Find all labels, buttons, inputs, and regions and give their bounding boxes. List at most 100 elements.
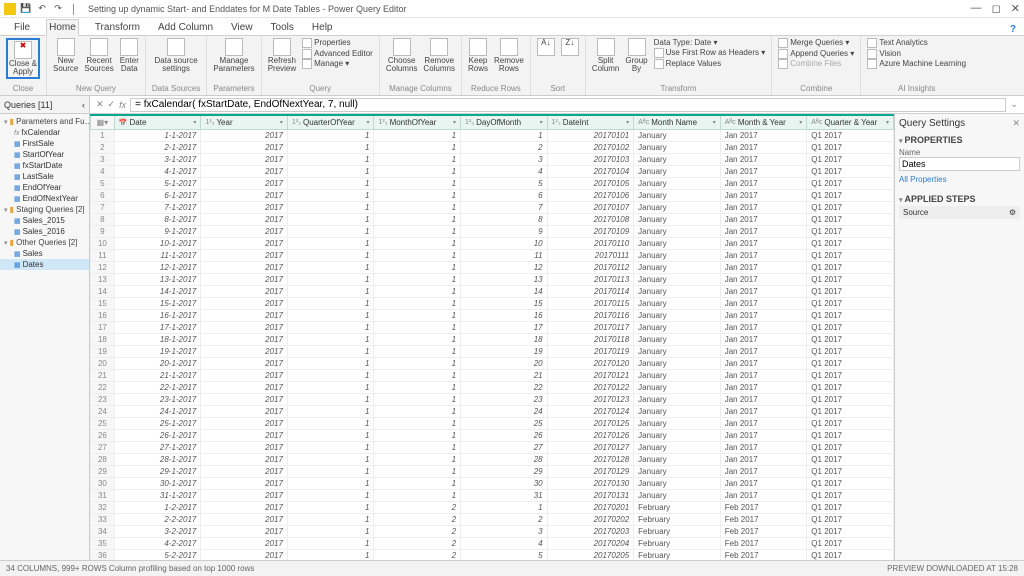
cell[interactable]: Jan 2017 <box>720 286 807 298</box>
cell[interactable]: January <box>634 262 721 274</box>
advanced-editor-button[interactable]: Advanced Editor <box>302 49 373 60</box>
cell[interactable]: 20170117 <box>547 322 634 334</box>
cell[interactable]: January <box>634 406 721 418</box>
cell[interactable]: 3-1-2017 <box>114 154 201 166</box>
cell[interactable]: 2 <box>374 514 461 526</box>
cell[interactable]: 1 <box>374 430 461 442</box>
cell[interactable]: 1 <box>374 166 461 178</box>
cell[interactable]: 1 <box>374 322 461 334</box>
table-row[interactable]: 3131-1-20172017113120170131JanuaryJan 20… <box>91 490 894 502</box>
cell[interactable]: Jan 2017 <box>720 238 807 250</box>
query-sales[interactable]: Sales <box>0 248 89 259</box>
cell[interactable]: January <box>634 178 721 190</box>
cell[interactable]: 1 <box>287 478 374 490</box>
cell[interactable]: 1 <box>287 250 374 262</box>
cell[interactable]: 17-1-2017 <box>114 322 201 334</box>
merge-queries-button[interactable]: Merge Queries ▾ <box>778 38 854 49</box>
cell[interactable]: Q1 2017 <box>807 274 894 286</box>
cell[interactable]: 1 <box>374 370 461 382</box>
cell[interactable]: 2 <box>374 502 461 514</box>
cell[interactable]: 2017 <box>201 226 288 238</box>
cell[interactable]: 2017 <box>201 430 288 442</box>
table-row[interactable]: 33-1-2017201711320170103JanuaryJan 2017Q… <box>91 154 894 166</box>
cell[interactable]: 1 <box>374 466 461 478</box>
query-lastsale[interactable]: LastSale <box>0 171 89 182</box>
cell[interactable]: 1 <box>287 310 374 322</box>
cell[interactable]: 1 <box>287 178 374 190</box>
cell[interactable]: 20170122 <box>547 382 634 394</box>
properties-button[interactable]: Properties <box>302 38 373 49</box>
cell[interactable]: 30-1-2017 <box>114 478 201 490</box>
cell[interactable]: Q1 2017 <box>807 502 894 514</box>
cell[interactable]: 2-2-2017 <box>114 514 201 526</box>
cell[interactable]: 3-2-2017 <box>114 526 201 538</box>
cell[interactable]: Q1 2017 <box>807 178 894 190</box>
cell[interactable]: January <box>634 442 721 454</box>
cell[interactable]: 2017 <box>201 466 288 478</box>
close-apply-button[interactable]: ✖Close & Apply <box>9 41 37 76</box>
cell[interactable]: 2017 <box>201 286 288 298</box>
redo-icon[interactable]: ↷ <box>52 3 64 15</box>
cell[interactable]: 20170121 <box>547 370 634 382</box>
query-firstsale[interactable]: FirstSale <box>0 138 89 149</box>
row-number[interactable]: 11 <box>91 250 115 262</box>
cell[interactable]: 28-1-2017 <box>114 454 201 466</box>
cell[interactable]: 8 <box>461 214 548 226</box>
tab-home[interactable]: Home <box>46 19 79 36</box>
cell[interactable]: 2017 <box>201 154 288 166</box>
cell[interactable]: 7 <box>461 202 548 214</box>
table-row[interactable]: 1010-1-20172017111020170110JanuaryJan 20… <box>91 238 894 250</box>
cell[interactable]: 6 <box>461 190 548 202</box>
cell[interactable]: January <box>634 274 721 286</box>
cell[interactable]: 1 <box>287 154 374 166</box>
cell[interactable]: Q1 2017 <box>807 430 894 442</box>
step-source[interactable]: Source⚙ <box>899 206 1020 219</box>
cell[interactable]: 3 <box>461 154 548 166</box>
cell[interactable]: January <box>634 238 721 250</box>
cell[interactable]: 2017 <box>201 334 288 346</box>
cell[interactable]: 4 <box>461 166 548 178</box>
sort-az-button[interactable]: A↓ <box>537 38 555 56</box>
cell[interactable]: 2017 <box>201 322 288 334</box>
cell[interactable]: Q1 2017 <box>807 370 894 382</box>
cell[interactable]: Jan 2017 <box>720 466 807 478</box>
cell[interactable]: Q1 2017 <box>807 298 894 310</box>
cell[interactable]: Jan 2017 <box>720 202 807 214</box>
table-row[interactable]: 2828-1-20172017112820170128JanuaryJan 20… <box>91 454 894 466</box>
cell[interactable]: 20170129 <box>547 466 634 478</box>
cell[interactable]: January <box>634 490 721 502</box>
help-icon[interactable]: ? <box>1010 24 1016 35</box>
cell[interactable]: Q1 2017 <box>807 382 894 394</box>
row-number[interactable]: 26 <box>91 430 115 442</box>
cell[interactable]: 2017 <box>201 166 288 178</box>
cell[interactable]: Q1 2017 <box>807 130 894 142</box>
row-number[interactable]: 14 <box>91 286 115 298</box>
cell[interactable]: Q1 2017 <box>807 466 894 478</box>
split-column-button[interactable]: Split Column <box>592 38 620 73</box>
cell[interactable]: 2017 <box>201 406 288 418</box>
row-number[interactable]: 2 <box>91 142 115 154</box>
tab-view[interactable]: View <box>229 20 255 35</box>
column-header[interactable]: 1²₃MonthOfYear▾ <box>374 115 461 130</box>
cell[interactable]: 5 <box>461 178 548 190</box>
cell[interactable]: 1 <box>287 238 374 250</box>
cell[interactable]: Q1 2017 <box>807 262 894 274</box>
cell[interactable]: 1 <box>287 394 374 406</box>
cell[interactable]: Jan 2017 <box>720 430 807 442</box>
cell[interactable]: 20170120 <box>547 358 634 370</box>
cell[interactable]: 12 <box>461 262 548 274</box>
append-queries-button[interactable]: Append Queries ▾ <box>778 49 854 60</box>
cell[interactable]: 1 <box>374 262 461 274</box>
cell[interactable]: February <box>634 538 721 550</box>
row-number[interactable]: 23 <box>91 394 115 406</box>
query-sales2015[interactable]: Sales_2015 <box>0 215 89 226</box>
folder-staging[interactable]: ▮ Staging Queries [2] <box>0 204 89 215</box>
cell[interactable]: 20170201 <box>547 502 634 514</box>
table-row[interactable]: 2020-1-20172017112020170120JanuaryJan 20… <box>91 358 894 370</box>
cell[interactable]: Jan 2017 <box>720 442 807 454</box>
cell[interactable]: 1 <box>374 214 461 226</box>
table-row[interactable]: 1919-1-20172017111920170119JanuaryJan 20… <box>91 346 894 358</box>
expand-formula-icon[interactable]: ⌄ <box>1010 99 1018 110</box>
cell[interactable]: 2017 <box>201 550 288 561</box>
cell[interactable]: 16 <box>461 310 548 322</box>
